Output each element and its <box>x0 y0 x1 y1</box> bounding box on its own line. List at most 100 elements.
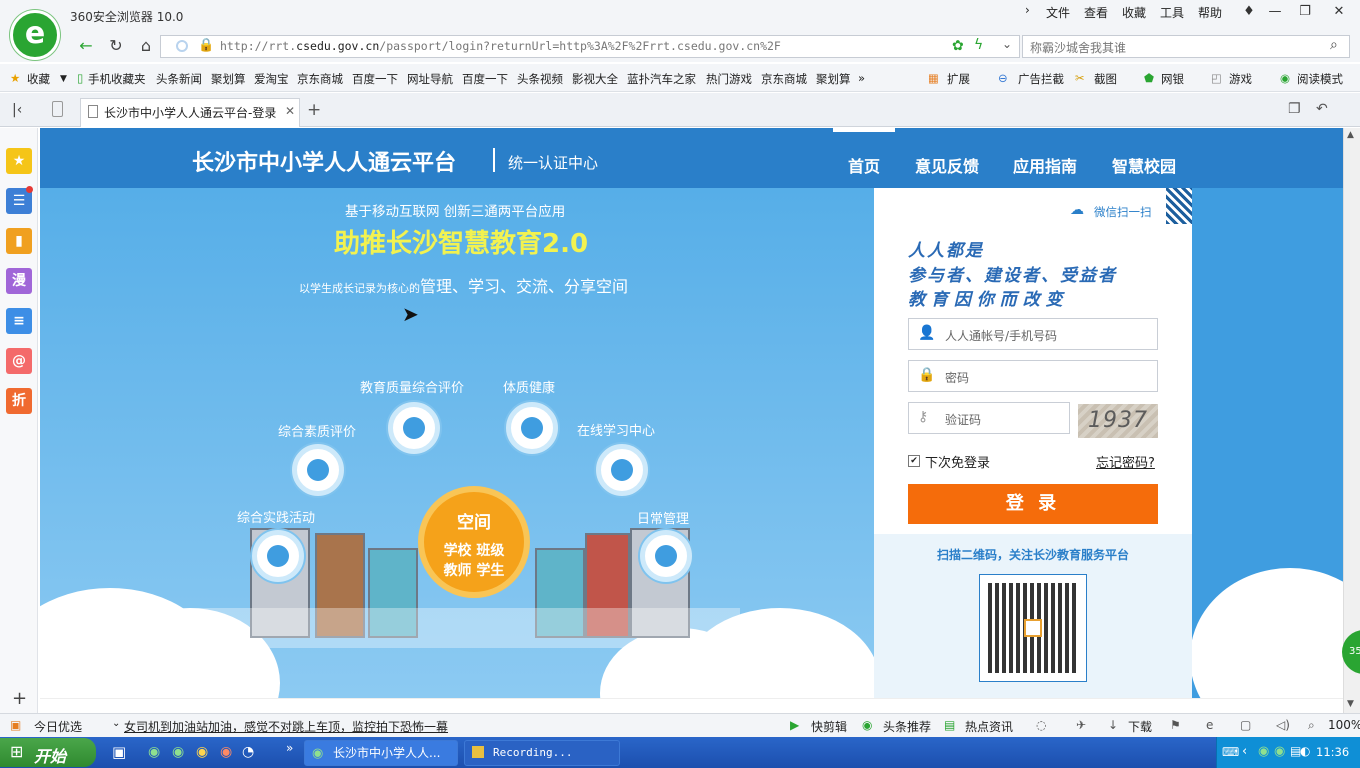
bookmark-item[interactable]: 头条视频 <box>517 71 563 87</box>
desktop-icon[interactable]: ▣ <box>112 743 126 761</box>
more-bookmarks-icon[interactable]: » <box>858 71 865 85</box>
forgot-password-link[interactable]: 忘记密码? <box>1096 452 1155 471</box>
tab-title[interactable]: 长沙市中小学人人通云平台-登录 <box>104 104 276 121</box>
document-icon[interactable]: ≡ <box>6 308 32 334</box>
zoom-level[interactable]: 100% <box>1328 718 1360 732</box>
tray-security-icon[interactable]: ◉ <box>1274 744 1285 759</box>
home-icon[interactable]: ⌂ <box>134 34 158 58</box>
refresh-icon[interactable]: ↻ <box>104 34 128 58</box>
bookmark-item[interactable]: 聚划算 <box>816 71 851 87</box>
mobile-icon[interactable] <box>52 101 63 117</box>
chevron-right-icon[interactable]: › <box>1025 3 1030 17</box>
menu-view[interactable]: 查看 <box>1084 4 1108 21</box>
captcha-field[interactable]: ⚷ 验证码 <box>908 402 1070 434</box>
book-icon[interactable]: ▮ <box>6 228 32 254</box>
tool-banking[interactable]: 网银 <box>1161 71 1184 87</box>
restore-button[interactable]: ❐ <box>1292 2 1318 22</box>
skin-icon[interactable]: ♦ <box>1236 2 1262 22</box>
pin-icon[interactable]: ✈ <box>1076 718 1086 732</box>
status-tool[interactable]: 下载 <box>1128 718 1152 735</box>
bookmark-item[interactable]: 京东商城 <box>297 71 343 87</box>
tray-volume-icon[interactable]: ◐ <box>1300 744 1310 758</box>
tray-chevron-icon[interactable]: ‹ <box>1242 744 1247 759</box>
minimize-button[interactable]: — <box>1262 2 1288 22</box>
tray-browser-icon[interactable]: ◉ <box>1258 744 1269 759</box>
menu-file[interactable]: 文件 <box>1046 4 1070 21</box>
status-tool[interactable]: 快剪辑 <box>811 718 847 735</box>
chevron-down-icon[interactable]: ▼ <box>60 74 67 84</box>
player-quicklaunch-icon[interactable]: ◉ <box>196 744 208 760</box>
nav-smart-campus[interactable]: 智慧校园 <box>1112 153 1176 177</box>
more-quicklaunch-icon[interactable]: » <box>286 741 293 755</box>
tool-reading-mode[interactable]: 阅读模式 <box>1297 71 1343 87</box>
site-info-icon[interactable] <box>176 40 188 52</box>
bookmark-item[interactable]: 爱淘宝 <box>254 71 289 87</box>
scroll-down-icon[interactable]: ▼ <box>1347 699 1354 709</box>
horizontal-scrollbar[interactable] <box>40 698 1343 713</box>
bookmark-item[interactable]: 网址导航 <box>407 71 453 87</box>
tab-close-icon[interactable]: ✕ <box>285 104 295 118</box>
flag-icon[interactable]: ⚑ <box>1170 718 1181 732</box>
bookmark-item[interactable]: 百度一下 <box>462 71 508 87</box>
bookmark-item[interactable]: 头条新闻 <box>156 71 202 87</box>
undo-close-icon[interactable]: ↶ <box>1316 101 1328 117</box>
bookmark-item[interactable]: 蓝扑汽车之家 <box>627 71 696 87</box>
chevron-down-icon[interactable]: ⌄ <box>112 718 120 729</box>
menu-tools[interactable]: 工具 <box>1160 4 1184 21</box>
daily-picks[interactable]: 今日优选 <box>34 718 82 735</box>
scroll-up-icon[interactable]: ▲ <box>1347 130 1354 140</box>
menu-help[interactable]: 帮助 <box>1198 4 1222 21</box>
tool-games[interactable]: 游戏 <box>1229 71 1252 87</box>
search-input[interactable]: 称霸沙城舍我其谁 <box>1030 39 1126 56</box>
new-tab-button[interactable]: + <box>307 100 321 120</box>
username-field[interactable]: 👤 人人通帐号/手机号码 <box>908 318 1158 350</box>
qr-corner-icon[interactable] <box>1166 188 1192 224</box>
dropdown-icon[interactable]: ⌄ <box>1002 37 1012 51</box>
close-button[interactable]: ✕ <box>1326 2 1352 22</box>
add-sidebar-icon[interactable]: + <box>12 688 27 709</box>
bookmark-item[interactable]: 影视大全 <box>572 71 618 87</box>
nav-guide[interactable]: 应用指南 <box>1013 153 1077 177</box>
lightning-icon[interactable]: ϟ <box>974 37 983 53</box>
wechat-scan-link[interactable]: 微信扫一扫 <box>1094 204 1152 220</box>
ie-icon[interactable]: e <box>1206 718 1213 732</box>
menu-favorites[interactable]: 收藏 <box>1122 4 1146 21</box>
remember-label[interactable]: 下次免登录 <box>925 452 990 471</box>
news-ticker[interactable]: 女司机到加油站加油，感觉不对跳上车顶，监控拍下恐怖一幕 <box>124 718 448 735</box>
taskbar-browser-window[interactable]: 长沙市中小学人人... <box>304 740 458 766</box>
browser-quicklaunch-icon[interactable]: ◉ <box>148 744 160 760</box>
bookmark-item[interactable]: 热门游戏 <box>706 71 752 87</box>
comic-icon[interactable]: 漫 <box>6 268 32 294</box>
start-label[interactable]: 开始 <box>34 743 66 767</box>
vertical-scrollbar[interactable] <box>1343 128 1360 713</box>
bookmark-item[interactable]: 百度一下 <box>352 71 398 87</box>
nav-home[interactable]: 首页 <box>848 153 880 177</box>
captcha-image[interactable]: 1937 <box>1078 404 1158 438</box>
restore-tabs-icon[interactable]: ❐ <box>1288 101 1301 117</box>
bookmark-item[interactable]: 手机收藏夹 <box>88 71 146 87</box>
remember-checkbox[interactable]: ✔ <box>908 455 920 467</box>
status-tool[interactable]: 头条推荐 <box>883 718 931 735</box>
qq-icon[interactable]: ◔ <box>242 744 254 760</box>
bookmark-item[interactable]: 聚划算 <box>211 71 246 87</box>
security-quicklaunch-icon[interactable]: ◉ <box>172 744 184 760</box>
window-icon[interactable]: ▢ <box>1240 718 1251 732</box>
keyboard-icon[interactable]: ⌨ <box>1222 745 1239 759</box>
login-button[interactable]: 登 录 <box>908 484 1158 524</box>
tool-adblock[interactable]: 广告拦截 <box>1018 71 1064 87</box>
tool-screenshot[interactable]: 截图 <box>1094 71 1117 87</box>
game-quicklaunch-icon[interactable]: ◉ <box>220 744 232 760</box>
discount-icon[interactable]: 折 <box>6 388 32 414</box>
back-icon[interactable]: ← <box>74 34 98 58</box>
bookmark-item[interactable]: 京东商城 <box>761 71 807 87</box>
mail-icon[interactable]: @ <box>6 348 32 374</box>
url-text[interactable]: http://rrt.csedu.gov.cn/passport/login?r… <box>220 39 781 53</box>
speed-icon[interactable]: ◌ <box>1036 718 1046 732</box>
browser-logo-icon[interactable]: e <box>10 10 60 60</box>
search-icon[interactable]: ⌕ <box>1330 37 1338 53</box>
bookmark-favorites[interactable]: 收藏 <box>27 71 50 87</box>
security-icon[interactable]: ✿ <box>952 38 964 54</box>
status-tool[interactable]: 热点资讯 <box>965 718 1013 735</box>
volume-icon[interactable]: ◁) <box>1276 718 1290 732</box>
zoom-icon[interactable]: ⌕ <box>1308 718 1315 733</box>
